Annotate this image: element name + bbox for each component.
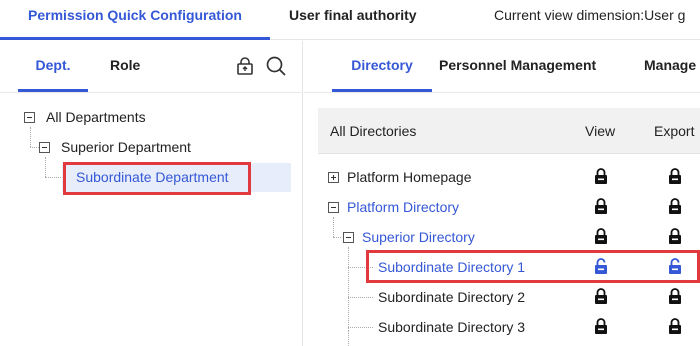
row-label: Subordinate Directory 3 <box>378 319 526 335</box>
tab-dept[interactable]: Dept. <box>18 41 88 92</box>
tab-directory[interactable]: Directory <box>332 41 432 92</box>
collapse-icon[interactable] <box>24 112 35 123</box>
table-row[interactable]: Subordinate Directory 3 <box>378 313 700 341</box>
column-header-directories: All Directories <box>330 123 417 139</box>
column-header-export: Export <box>654 123 695 139</box>
lock-icon[interactable] <box>594 228 608 244</box>
lock-icon[interactable] <box>668 198 682 214</box>
tree-item-label: All Departments <box>46 109 146 125</box>
highlight-box <box>63 162 251 195</box>
tree-connector <box>45 157 46 177</box>
lock-icon[interactable] <box>668 288 682 304</box>
department-panel: Dept. Role All Departments Superior Depa… <box>0 41 303 346</box>
table-header: All Directories View Export <box>318 108 700 154</box>
tab-user-final-authority[interactable]: User final authority <box>289 0 417 40</box>
lock-icon[interactable] <box>236 57 254 75</box>
top-tab-bar: Permission Quick Configuration User fina… <box>0 0 700 40</box>
tab-manage[interactable]: Manage <box>644 41 696 92</box>
tree-connector <box>348 327 373 328</box>
tab-personnel-management[interactable]: Personnel Management <box>439 41 596 92</box>
expand-icon[interactable] <box>328 172 339 183</box>
tree-connector <box>348 331 349 346</box>
table-row[interactable]: Platform Homepage <box>328 163 700 191</box>
tree-item-label: Superior Department <box>61 139 191 155</box>
tree-connector <box>30 127 31 147</box>
row-label: Platform Homepage <box>347 169 472 185</box>
lock-icon[interactable] <box>594 318 608 334</box>
left-tab-bar: Dept. Role <box>0 41 303 92</box>
highlight-box <box>366 250 700 283</box>
lock-icon[interactable] <box>668 228 682 244</box>
search-icon[interactable] <box>265 55 287 77</box>
row-label: Superior Directory <box>362 229 475 245</box>
lock-icon[interactable] <box>594 288 608 304</box>
tree-connector <box>333 237 341 238</box>
collapse-icon[interactable] <box>343 232 354 243</box>
tree-connector <box>348 297 373 298</box>
tree-connector <box>348 247 349 331</box>
column-header-view: View <box>585 123 616 139</box>
tab-role[interactable]: Role <box>110 41 140 92</box>
table-row[interactable]: Platform Directory <box>328 193 700 221</box>
collapse-icon[interactable] <box>328 202 339 213</box>
view-dimension-label: Current view dimension:User g <box>494 7 686 23</box>
panel-divider <box>304 92 700 93</box>
tab-permission-quick-configuration[interactable]: Permission Quick Configuration <box>0 0 270 40</box>
table-row[interactable]: Subordinate Directory 2 <box>378 283 700 311</box>
lock-icon[interactable] <box>594 168 608 184</box>
table-row[interactable]: Superior Directory <box>343 223 700 251</box>
lock-icon[interactable] <box>668 318 682 334</box>
collapse-icon[interactable] <box>39 142 50 153</box>
lock-icon[interactable] <box>668 168 682 184</box>
directory-panel: Directory Personnel Management Manage Al… <box>304 41 700 346</box>
panel-divider <box>0 92 303 93</box>
row-label: Platform Directory <box>347 199 460 215</box>
lock-icon[interactable] <box>594 198 608 214</box>
row-label: Subordinate Directory 2 <box>378 289 526 305</box>
tree-connector <box>30 147 39 148</box>
